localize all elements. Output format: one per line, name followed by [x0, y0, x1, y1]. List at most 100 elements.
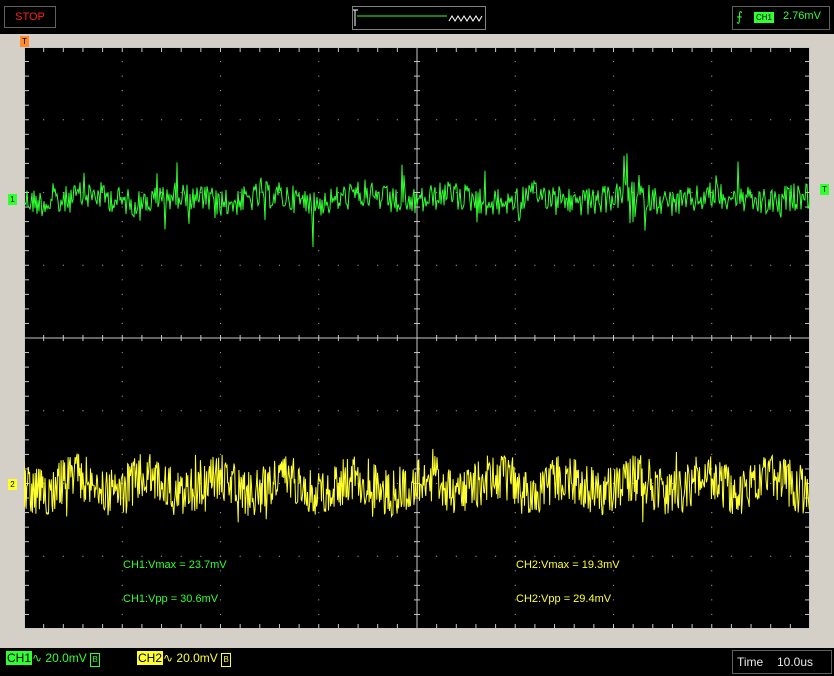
graticule-dot — [612, 395, 615, 397]
graticule-dot — [475, 555, 477, 557]
graticule-dot — [711, 512, 713, 514]
graticule-dot — [278, 264, 281, 266]
status-bar — [0, 648, 834, 676]
graticule-dot — [318, 410, 320, 412]
oscilloscope-screen[interactable]: CH1:Vmax = 23.7mV CH1:Vpp = 30.6mV CH2:V… — [24, 47, 810, 629]
graticule-dot — [219, 424, 222, 426]
graticule-dot — [514, 119, 516, 121]
ac-coupling-icon: ∿ — [163, 651, 174, 665]
graticule-dot — [121, 279, 123, 281]
graticule-dot — [553, 264, 556, 266]
graticule-dot — [318, 512, 320, 514]
graticule-dot — [612, 439, 615, 441]
graticule-dot — [612, 381, 615, 383]
graticule-dot — [514, 366, 516, 368]
graticule-dot — [770, 555, 772, 557]
graticule-dot — [612, 453, 615, 455]
graticule-dot — [219, 366, 222, 368]
graticule-dot — [121, 410, 123, 412]
graticule-dot — [121, 206, 123, 208]
graticule-dot — [219, 526, 222, 528]
graticule-dot — [180, 119, 182, 121]
graticule-dot — [671, 191, 674, 194]
graticule-dot — [219, 264, 222, 266]
graticule-dot — [121, 191, 123, 194]
graticule-dot — [219, 293, 222, 295]
graticule-dot — [160, 191, 163, 194]
graticule-dot — [514, 453, 516, 455]
graticule-dot — [612, 90, 615, 92]
graticule-dot — [121, 90, 123, 92]
graticule-dot — [337, 410, 339, 412]
graticule-dot — [219, 133, 222, 135]
ch1-settings[interactable]: CH1∿ 20.0mV B — [6, 651, 101, 667]
graticule-dot — [318, 453, 320, 455]
graticule-dot — [514, 221, 516, 223]
graticule-dot — [573, 191, 575, 194]
graticule-dot — [711, 264, 713, 266]
graticule-dot — [219, 351, 222, 354]
graticule-dot — [318, 395, 320, 397]
graticule-dot — [219, 119, 222, 121]
graticule-dot — [337, 264, 339, 266]
graticule-dot — [711, 279, 713, 281]
timebase-value: 10.0us — [777, 655, 814, 669]
graticule-dot — [671, 119, 674, 121]
graticule-dot — [612, 468, 615, 470]
graticule-dot — [141, 555, 143, 557]
graticule-dot — [436, 410, 438, 412]
graticule-dot — [612, 599, 615, 601]
waveform-overview[interactable] — [352, 6, 486, 30]
graticule-dot — [514, 308, 516, 310]
graticule-dot — [219, 279, 222, 281]
graticule-dot — [770, 119, 772, 121]
graticule-dot — [553, 555, 556, 557]
graticule-dot — [219, 599, 222, 601]
graticule-dot — [612, 250, 615, 252]
graticule-dot — [377, 264, 379, 266]
graticule-dot — [121, 250, 123, 252]
ch1-ground-marker[interactable]: 1 — [8, 194, 17, 205]
graticule-dot — [160, 410, 163, 412]
graticule-dot — [102, 555, 104, 557]
graticule-dot — [514, 613, 516, 616]
ch1-label: CH1 — [6, 651, 33, 665]
graticule-dot — [730, 410, 733, 412]
graticule-dot — [82, 119, 84, 121]
graticule-dot — [514, 206, 516, 208]
graticule-dot — [377, 555, 379, 557]
graticule-dot — [318, 322, 320, 325]
graticule-dot — [141, 119, 143, 121]
graticule-dot — [711, 541, 713, 543]
graticule-dot — [514, 148, 516, 150]
graticule-dot — [612, 555, 615, 557]
graticule-dot — [612, 526, 615, 528]
timebase-setting[interactable]: Time 10.0us — [732, 650, 832, 674]
graticule-dot — [514, 512, 516, 514]
trigger-level-marker[interactable]: T — [820, 184, 829, 195]
graticule-dot — [711, 162, 713, 164]
graticule-dot — [514, 395, 516, 397]
graticule-dot — [121, 60, 123, 63]
run-stop-button[interactable]: STOP — [4, 6, 56, 28]
ch2-settings[interactable]: CH2∿ 20.0mV B — [137, 651, 232, 667]
graticule-dot — [318, 439, 320, 441]
graticule-dot — [514, 279, 516, 281]
graticule-dot — [711, 555, 713, 557]
waveform-plot: CH1:Vmax = 23.7mV CH1:Vpp = 30.6mV CH2:V… — [24, 47, 810, 629]
graticule-dot — [514, 162, 516, 164]
ch2-ground-marker[interactable]: 2 — [8, 479, 17, 490]
graticule-dot — [514, 424, 516, 426]
graticule-dot — [121, 366, 123, 368]
graticule-dot — [730, 555, 733, 557]
graticule-dot — [691, 264, 693, 266]
graticule-dot — [318, 424, 320, 426]
graticule-dot — [436, 555, 438, 557]
graticule-dot — [612, 148, 615, 150]
graticule-dot — [711, 221, 713, 223]
graticule-dot — [121, 162, 123, 164]
graticule-dot — [514, 541, 516, 543]
graticule-dot — [318, 264, 320, 266]
graticule-dot — [102, 264, 104, 266]
trigger-position-marker[interactable]: T — [20, 36, 29, 47]
